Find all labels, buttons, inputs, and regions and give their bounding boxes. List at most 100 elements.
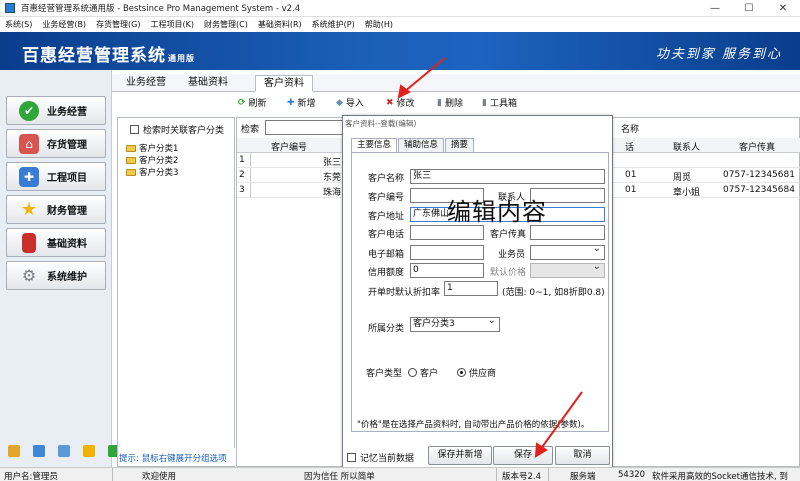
sidebar-item-label: 财务管理 xyxy=(47,206,87,217)
cancel-button[interactable]: 取消 xyxy=(555,446,610,465)
radio-circle[interactable] xyxy=(408,368,417,377)
tree-item-label: 客户分类3 xyxy=(139,168,179,178)
folder-icon xyxy=(126,168,136,176)
col-fax[interactable]: 客户传真 xyxy=(739,140,775,153)
col-code[interactable]: 客户编号 xyxy=(271,140,307,153)
tree-item-label: 客户分类1 xyxy=(139,144,179,154)
delete-button[interactable]: ▮ 删除 xyxy=(437,96,463,110)
code-label: 客户编号 xyxy=(368,193,405,203)
edit-button[interactable]: ✖ 修改 xyxy=(386,96,415,110)
category-select[interactable]: 客户分类3 xyxy=(410,315,500,332)
sidebar-item-maintenance[interactable]: ⚙ 系统维护 xyxy=(6,261,106,290)
import-button[interactable]: ◆ 导入 xyxy=(336,96,364,110)
col-contact[interactable]: 联系人 xyxy=(673,140,700,153)
tab-extra-info[interactable]: 辅助信息 xyxy=(398,138,445,152)
status-welcome: 欢迎使用 xyxy=(142,472,177,481)
tree-item[interactable]: 客户分类1 xyxy=(126,142,178,154)
discount-field[interactable]: 1 xyxy=(444,281,498,296)
cell-phone: 01 xyxy=(625,185,637,195)
delete-label: 删除 xyxy=(444,99,463,109)
sidebar-item-label: 工程项目 xyxy=(47,173,87,184)
menu-basic-data[interactable]: 基础资料(R) xyxy=(253,19,307,30)
sidebar-item-business[interactable]: ✔ 业务经营 xyxy=(6,96,106,125)
sidebar-item-basic-data[interactable]: 基础资料 xyxy=(6,228,106,257)
sidebar-item-project[interactable]: ✚ 工程项目 xyxy=(6,162,106,191)
menu-system[interactable]: 系统(S) xyxy=(0,19,37,30)
email-label: 电子邮箱 xyxy=(368,250,405,260)
status-port: 54320 xyxy=(618,470,646,480)
import-icon: ◆ xyxy=(336,97,343,108)
address-label: 客户地址 xyxy=(368,212,405,222)
close-button[interactable]: ✕ xyxy=(766,3,800,14)
type-customer-radio[interactable]: 客户 xyxy=(408,366,438,379)
sidebar-item-label: 系统维护 xyxy=(47,272,87,283)
cell-contact: 周觅 xyxy=(673,173,692,183)
tab-customer-data[interactable]: 客户资料 xyxy=(255,75,313,92)
fax-field[interactable] xyxy=(530,225,605,240)
menu-business[interactable]: 业务经营(B) xyxy=(37,19,91,30)
minimize-button[interactable]: — xyxy=(698,3,732,14)
status-bar: 用户名:管理员 欢迎使用 因为信任 所以简单 版本号2.4 服务端 54320 … xyxy=(0,467,800,481)
name-field[interactable]: 张三 xyxy=(410,169,605,184)
tree-item-label: 客户分类2 xyxy=(139,156,179,166)
check-circle-icon: ✔ xyxy=(19,100,39,121)
menu-inventory[interactable]: 存货管理(G) xyxy=(91,19,145,30)
window-title: 百惠经营管理系统通用版 - Bestsince Pro Management S… xyxy=(21,4,301,14)
default-price-select[interactable] xyxy=(530,261,605,278)
sidebar-item-finance[interactable]: ★ 财务管理 xyxy=(6,195,106,224)
menu-finance[interactable]: 财务管理(C) xyxy=(199,19,253,30)
category-tree: 客户分类1 客户分类2 客户分类3 xyxy=(126,142,178,178)
sidebar-item-inventory[interactable]: ⌂ 存货管理 xyxy=(6,129,106,158)
toolbox-button[interactable]: ▮ 工具箱 xyxy=(482,96,517,110)
phone-field[interactable] xyxy=(410,225,484,240)
window-titlebar: 百惠经营管理系统通用版 - Bestsince Pro Management S… xyxy=(0,0,800,17)
credit-field[interactable]: 0 xyxy=(410,263,484,278)
add-label: 新增 xyxy=(297,99,316,109)
pencil-icon[interactable] xyxy=(8,445,20,457)
status-user: 用户名:管理员 xyxy=(4,472,58,481)
search-input[interactable] xyxy=(265,120,345,135)
type-supplier-radio[interactable]: 供应商 xyxy=(457,366,496,379)
tree-item[interactable]: 客户分类3 xyxy=(126,166,178,178)
save-button[interactable]: 保存 xyxy=(493,446,553,465)
folder-icon xyxy=(126,156,136,164)
col-phone[interactable]: 话 xyxy=(625,140,634,153)
edit-customer-dialog: 客户资料--登载(编辑) 主要信息 辅助信息 摘要 客户名称 张三 客户编号 联… xyxy=(342,115,613,469)
maximize-button[interactable]: ☐ xyxy=(732,3,766,14)
menu-help[interactable]: 帮助(H) xyxy=(360,19,398,30)
cell-name: 珠海 xyxy=(323,188,342,198)
default-price-label: 默认价格 xyxy=(490,268,527,278)
search-icon[interactable] xyxy=(58,445,70,457)
status-footer: 软件采用高效的Socket通信技术, 到 xyxy=(652,472,788,481)
menu-project[interactable]: 工程项目(K) xyxy=(146,19,200,30)
tab-business[interactable]: 业务经营 xyxy=(118,75,174,92)
annotation-text: 编辑内容 xyxy=(447,198,547,226)
tab-main-info[interactable]: 主要信息 xyxy=(351,138,398,152)
checkbox-box[interactable] xyxy=(347,453,356,462)
trash-icon: ▮ xyxy=(437,97,442,108)
status-separator xyxy=(496,468,497,481)
dialog-title: 客户资料--登载(编辑) xyxy=(345,119,417,128)
lightbulb-icon[interactable] xyxy=(83,445,95,457)
email-field[interactable] xyxy=(410,245,484,260)
hint-text: 提示: 鼠标右键展开分组选项 xyxy=(118,448,236,466)
tree-item[interactable]: 客户分类2 xyxy=(126,154,178,166)
remember-checkbox[interactable]: 记忆当前数据 xyxy=(347,451,414,464)
book-icon xyxy=(22,232,36,253)
checkbox-box[interactable] xyxy=(130,125,139,134)
cell-contact: 章小姐 xyxy=(673,188,701,198)
tab-summary[interactable]: 摘要 xyxy=(445,138,475,152)
sidebar-item-label: 业务经营 xyxy=(47,107,87,118)
phone-label: 客户电话 xyxy=(368,230,405,240)
salesperson-select[interactable] xyxy=(530,243,605,260)
refresh-button[interactable]: ⟳ 刷新 xyxy=(238,96,267,110)
sidebar: ✔ 业务经营 ⌂ 存货管理 ✚ 工程项目 ★ 财务管理 基础资料 ⚙ 系统维护 xyxy=(0,70,120,467)
info-icon[interactable] xyxy=(33,445,45,457)
radio-circle[interactable] xyxy=(457,368,466,377)
save-and-new-button[interactable]: 保存并新增 xyxy=(428,446,492,465)
remember-label: 记忆当前数据 xyxy=(360,454,415,464)
menu-maintenance[interactable]: 系统维护(P) xyxy=(307,19,360,30)
tab-basic-data[interactable]: 基础资料 xyxy=(180,75,236,92)
link-category-checkbox[interactable]: 检索时关联客户分类 xyxy=(130,123,224,136)
add-button[interactable]: ✚ 新增 xyxy=(287,96,316,110)
